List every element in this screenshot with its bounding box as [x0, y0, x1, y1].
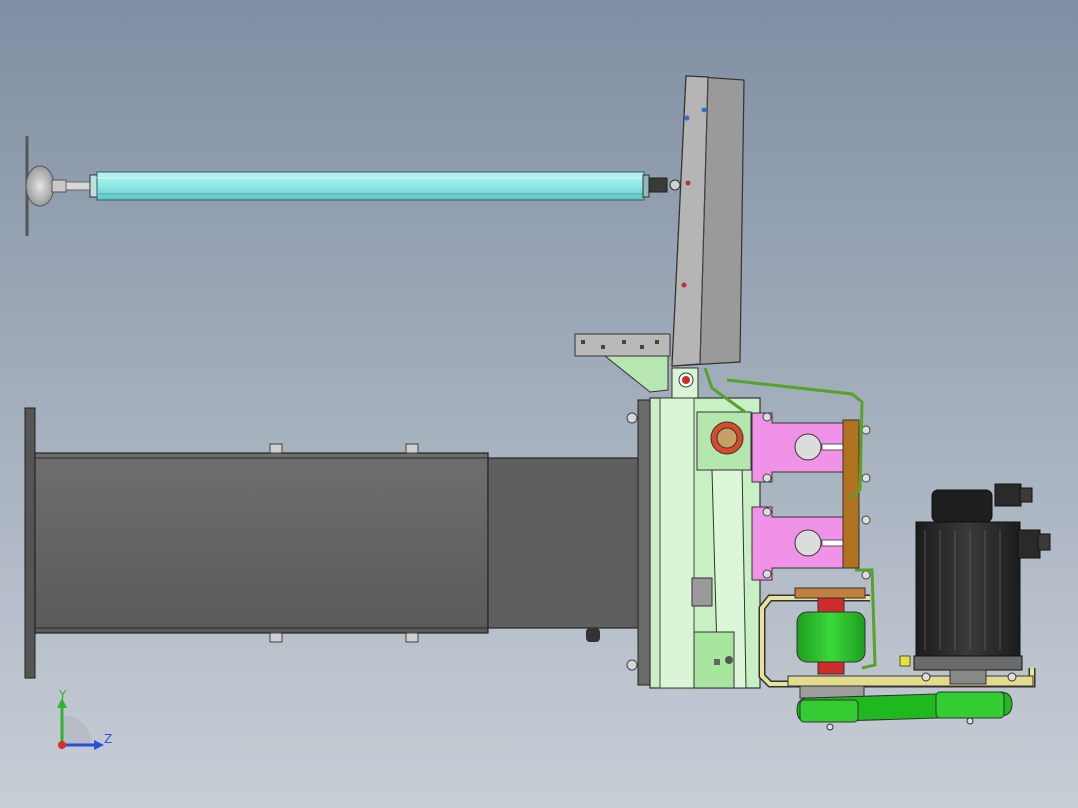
mounting-block-hole-5 — [655, 340, 659, 344]
upper-clamp-bore — [794, 433, 822, 461]
arm-hole-3 — [685, 180, 691, 186]
frame-bolt-top-1 — [269, 443, 283, 454]
belt-bolt-left — [826, 723, 834, 731]
lower-clamp-slot — [821, 539, 845, 547]
frame-end-plate — [24, 407, 36, 679]
frame-inner-box — [487, 457, 641, 629]
frame-bolt-top-2 — [405, 443, 419, 454]
motor-connector-side-plug — [1037, 533, 1051, 551]
pulley-top-shaft — [817, 597, 845, 613]
brown-bar-bolt-low — [861, 515, 871, 525]
mounting-block-hole-2 — [601, 345, 605, 349]
rod-clevis — [648, 177, 668, 193]
carriage-bolt-left — [714, 659, 720, 665]
upper-clamp-slot — [821, 443, 845, 451]
foot-neck — [51, 179, 67, 193]
motor-flange-bolt-left — [921, 672, 931, 682]
mounting-block-hole-1 — [581, 340, 585, 344]
mounting-block-body — [574, 333, 671, 357]
frame-bolt-bottom-1 — [269, 632, 283, 643]
frame-bolt-bottom-2 — [405, 632, 419, 643]
clamp-bolt-1 — [762, 412, 772, 422]
guard-plate — [787, 675, 1034, 687]
motor-connector-top-plug — [1019, 487, 1033, 503]
pulley-top-washer — [794, 587, 866, 599]
motor-yellow-tab — [899, 655, 911, 667]
motor-connector-side — [1017, 529, 1041, 559]
motor-rear-cap — [931, 489, 993, 523]
frame-foot-stud — [586, 628, 600, 642]
carriage-bracket[interactable] — [649, 367, 761, 689]
cad-viewport[interactable]: Y Z — [0, 0, 1078, 808]
pulley-drum — [796, 611, 866, 663]
rod-end-cap-right — [642, 174, 650, 198]
carriage-column — [659, 397, 695, 689]
belt-bolt-right — [966, 717, 974, 725]
brown-bar-bolt-top — [861, 425, 871, 435]
pulley-bottom-shaft — [817, 661, 845, 675]
frame-outer-box — [34, 452, 489, 634]
foot-thread — [65, 181, 93, 191]
motor-body — [915, 521, 1021, 659]
clamp-bolt-2 — [762, 473, 772, 483]
foot-pad — [25, 165, 55, 207]
mounting-block-hole-4 — [640, 345, 644, 349]
hinge-pin-core — [682, 376, 690, 384]
pivot-bushing-inner — [716, 427, 738, 449]
motor-flange-bolt-right — [1007, 672, 1017, 682]
frame-flange — [637, 399, 651, 686]
motor-flange — [913, 655, 1023, 671]
clamp-bolt-4 — [762, 569, 772, 579]
carriage-bolt — [725, 656, 733, 664]
clamp-bolt-3 — [762, 507, 772, 517]
arm-hole-1 — [684, 115, 690, 121]
arm-hole-4 — [681, 282, 687, 288]
flange-bolt-top — [626, 412, 638, 424]
triad-y-label: Y — [58, 688, 67, 702]
motor-connector-top — [994, 483, 1022, 507]
triad-z-label: Z — [104, 732, 112, 746]
clevis-pin — [669, 179, 681, 191]
flange-bolt-bottom — [626, 659, 638, 671]
triad-x-origin — [58, 741, 66, 749]
cad-assembly-drawing[interactable]: Y Z — [0, 0, 1078, 808]
brown-bar-bolt-mid — [861, 473, 871, 483]
motor-shaft-coupling — [949, 669, 987, 685]
lower-clamp-bore — [794, 529, 822, 557]
mounting-block-hole-3 — [622, 340, 626, 344]
carriage-screw — [691, 577, 713, 607]
actuator-cylinder[interactable] — [96, 171, 645, 201]
brown-bar-bolt-bottom — [861, 570, 871, 580]
arm-hole-2 — [701, 107, 707, 113]
belt-lower-pulley — [799, 699, 859, 723]
belt-upper-pulley — [935, 691, 1005, 719]
